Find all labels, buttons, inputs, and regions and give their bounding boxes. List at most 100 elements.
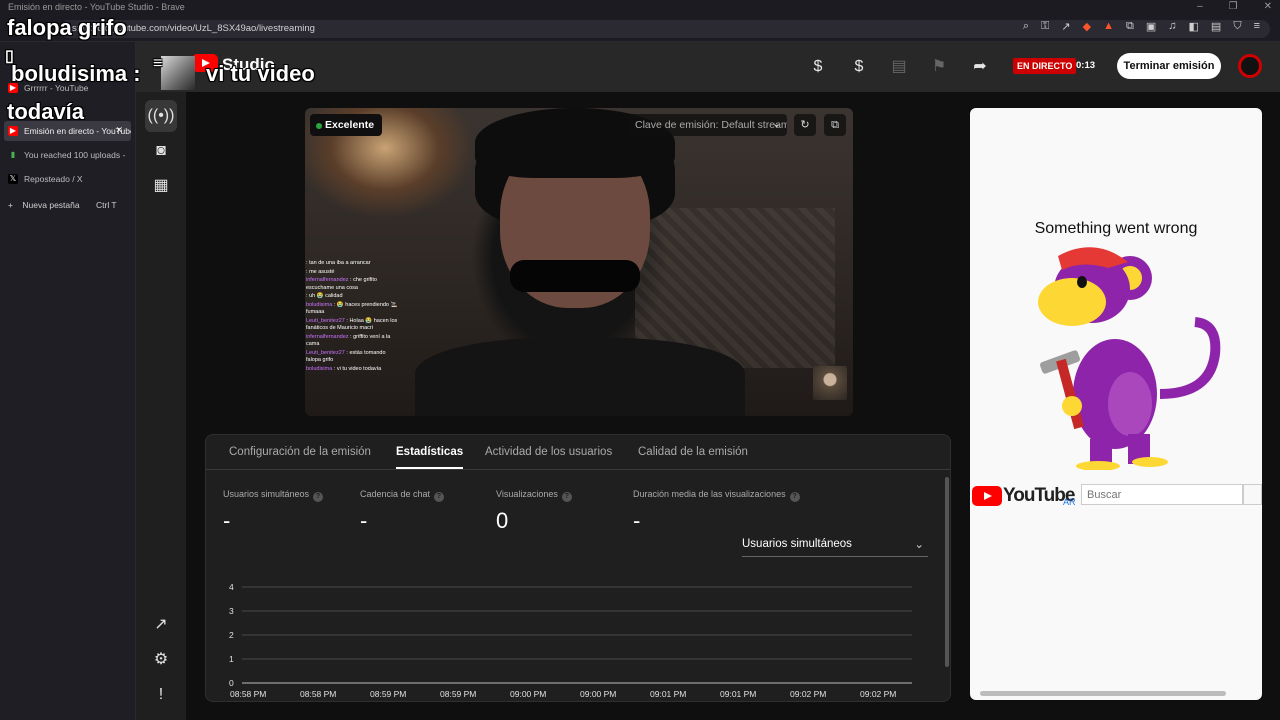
share-icon[interactable]: ➦ xyxy=(968,55,992,79)
stream-preview[interactable]: Excelente Clave de emisión: Default stre… xyxy=(305,108,853,416)
metric-concurrent-viewers: Usuarios simultáneos? - xyxy=(223,489,324,534)
avatar[interactable] xyxy=(1238,54,1262,78)
x-tick-label: 08:59 PM xyxy=(370,689,406,699)
metric-label: Cadencia de chat? xyxy=(360,489,445,502)
metric-views: Visualizaciones? 0 xyxy=(496,489,572,534)
help-icon[interactable]: ? xyxy=(561,492,572,502)
extensions-icon[interactable]: ⧉ xyxy=(1126,20,1134,33)
y-tick-label: 1 xyxy=(229,654,234,664)
stream-health-badge: Excelente xyxy=(310,114,383,136)
chat-message: Leuti_benitez27 : Holaa 😭 hacen los faná… xyxy=(306,317,398,332)
maximize-icon[interactable]: ❐ xyxy=(1229,1,1238,12)
panel-scrollbar[interactable] xyxy=(945,477,949,667)
plus-icon: + xyxy=(8,200,13,210)
camera-icon[interactable]: ◙ xyxy=(145,135,177,167)
window-controls: – ❐ ✕ xyxy=(1197,1,1272,12)
screenshot-icon[interactable]: ▣ xyxy=(1146,20,1156,33)
bookmark-icon[interactable]: ⚑ xyxy=(927,55,951,79)
close-icon[interactable]: ✕ xyxy=(1264,1,1272,12)
settings-icon[interactable]: ⚙ xyxy=(145,644,177,676)
x-tick-label: 09:01 PM xyxy=(650,689,686,699)
metric-value: 0 xyxy=(496,508,509,533)
minimize-icon[interactable]: – xyxy=(1197,1,1203,12)
youtube-logo-icon[interactable] xyxy=(972,486,1002,506)
browser-tab[interactable]: ▮ You reached 100 uploads - xyxy=(4,145,131,165)
end-stream-button[interactable]: Terminar emisión xyxy=(1117,53,1221,79)
overlay-user-avatar xyxy=(161,56,195,90)
chat-message: Leuti_benitez27 : estás tomando falopa g… xyxy=(306,349,386,363)
x-tick-label: 08:58 PM xyxy=(300,689,336,699)
chat-message: infernalfernandez : che grifito escucham… xyxy=(306,277,377,291)
monkey-foot xyxy=(1076,461,1120,470)
tab-stream-settings[interactable]: Configuración de la emisión xyxy=(229,446,371,458)
browser-tab[interactable]: 𝕏 Reposteado / X xyxy=(4,169,131,189)
sidebar-toggle-icon[interactable]: ▯ xyxy=(5,46,14,66)
chevron-down-icon: ⌄ xyxy=(914,539,924,551)
wallet-icon[interactable]: ▤ xyxy=(1211,20,1221,33)
x-tick-label: 09:00 PM xyxy=(580,689,616,699)
stream-analytics-panel: Configuración de la emisión Estadísticas… xyxy=(205,434,951,702)
brave-shield-icon[interactable]: ◆ xyxy=(1083,20,1091,33)
search-button[interactable] xyxy=(1243,484,1262,505)
vpn-icon[interactable]: ⛉ xyxy=(1233,20,1241,33)
x-tick-label: 08:59 PM xyxy=(440,689,476,699)
chat-message: infernalfernandez : griffito vení a la c… xyxy=(306,333,391,348)
x-tick-label: 09:00 PM xyxy=(510,689,546,699)
tab-label: You reached 100 uploads - xyxy=(24,150,126,160)
overlay-chat-user: boludisima : xyxy=(11,61,141,86)
x-favicon-icon: 𝕏 xyxy=(8,174,18,184)
horizontal-scrollbar[interactable] xyxy=(980,691,1226,696)
chat-message: : me asusté xyxy=(306,268,335,275)
stream-key-select[interactable]: Clave de emisión: Default stream key ⌄ xyxy=(627,114,787,136)
clapperboard-icon[interactable]: ▤ xyxy=(887,55,911,79)
tab-analytics[interactable]: Estadísticas xyxy=(396,446,464,469)
help-icon[interactable]: ? xyxy=(434,492,445,502)
chat-message: : tan de una iba a arrancar xyxy=(306,260,371,266)
tab-stream-health[interactable]: Calidad de la emisión xyxy=(638,446,748,458)
metric-label: Usuarios simultáneos? xyxy=(223,489,324,502)
share-page-icon[interactable]: ↗ xyxy=(1061,20,1070,33)
media-icon[interactable]: ♫ xyxy=(1168,20,1176,33)
error-message: Something went wrong xyxy=(1034,220,1198,237)
chat-message: boludisima : 😭 haces prendiendo 🚬 fumaaa xyxy=(306,302,398,316)
open-external-icon[interactable]: ↗ xyxy=(145,609,177,641)
monkey-illustration xyxy=(1038,247,1221,470)
monetization-icon[interactable]: $ xyxy=(806,55,830,79)
super-chat-icon[interactable]: $ xyxy=(847,55,871,79)
youtube-favicon-icon: ▶ xyxy=(8,126,18,136)
brave-rewards-icon[interactable]: ▲ xyxy=(1103,20,1114,33)
live-stream-icon[interactable]: ((•)) xyxy=(145,100,177,132)
chart-favicon-icon: ▮ xyxy=(10,150,16,159)
monkey-foot xyxy=(1132,457,1168,467)
help-icon[interactable]: ? xyxy=(313,492,324,502)
menu-icon[interactable]: ≡ xyxy=(1254,20,1260,33)
feedback-icon[interactable]: ! xyxy=(145,679,177,711)
overlay-chat-line: falopa grifo xyxy=(7,15,127,40)
new-tab-button[interactable]: + Nueva pestaña Ctrl T xyxy=(8,200,131,210)
metric-label: Duración media de las visualizaciones? xyxy=(633,489,800,502)
preview-sunglasses xyxy=(510,260,640,292)
tab-label: Reposteado / X xyxy=(24,174,83,184)
hamburger-menu-icon[interactable]: ≡ xyxy=(153,55,162,73)
vertical-tabs-sidebar: ▶ Grrrrrr - YouTube ▶ Emisión en directo… xyxy=(0,42,136,720)
x-tick-label: 09:02 PM xyxy=(790,689,826,699)
sidebar-icon[interactable]: ◧ xyxy=(1189,20,1199,33)
chat-message: : uh 😭 calidad xyxy=(306,293,343,300)
new-tab-label: Nueva pestaña xyxy=(22,200,80,210)
metric-value: - xyxy=(633,508,641,533)
close-tab-icon[interactable]: ✕ xyxy=(115,125,123,136)
search-input[interactable] xyxy=(1081,484,1243,505)
calendar-icon[interactable]: ▦ xyxy=(145,170,177,202)
chevron-down-icon: ⌄ xyxy=(772,118,781,130)
refresh-icon[interactable]: ↻ xyxy=(794,114,816,136)
key-icon[interactable]: ⚿ xyxy=(1041,20,1049,33)
metric-dropdown[interactable]: Usuarios simultáneos ⌄ xyxy=(742,535,928,557)
copy-icon[interactable]: ⧉ xyxy=(824,114,846,136)
monkey-face xyxy=(1038,278,1106,326)
help-icon[interactable]: ? xyxy=(789,492,800,502)
metric-dropdown-value: Usuarios simultáneos xyxy=(742,538,852,550)
tab-user-activity[interactable]: Actividad de los usuarios xyxy=(485,446,612,458)
y-tick-label: 2 xyxy=(229,630,234,640)
zoom-icon[interactable]: ⌕ xyxy=(1023,20,1029,33)
live-badge: EN DIRECTO xyxy=(1013,58,1077,74)
